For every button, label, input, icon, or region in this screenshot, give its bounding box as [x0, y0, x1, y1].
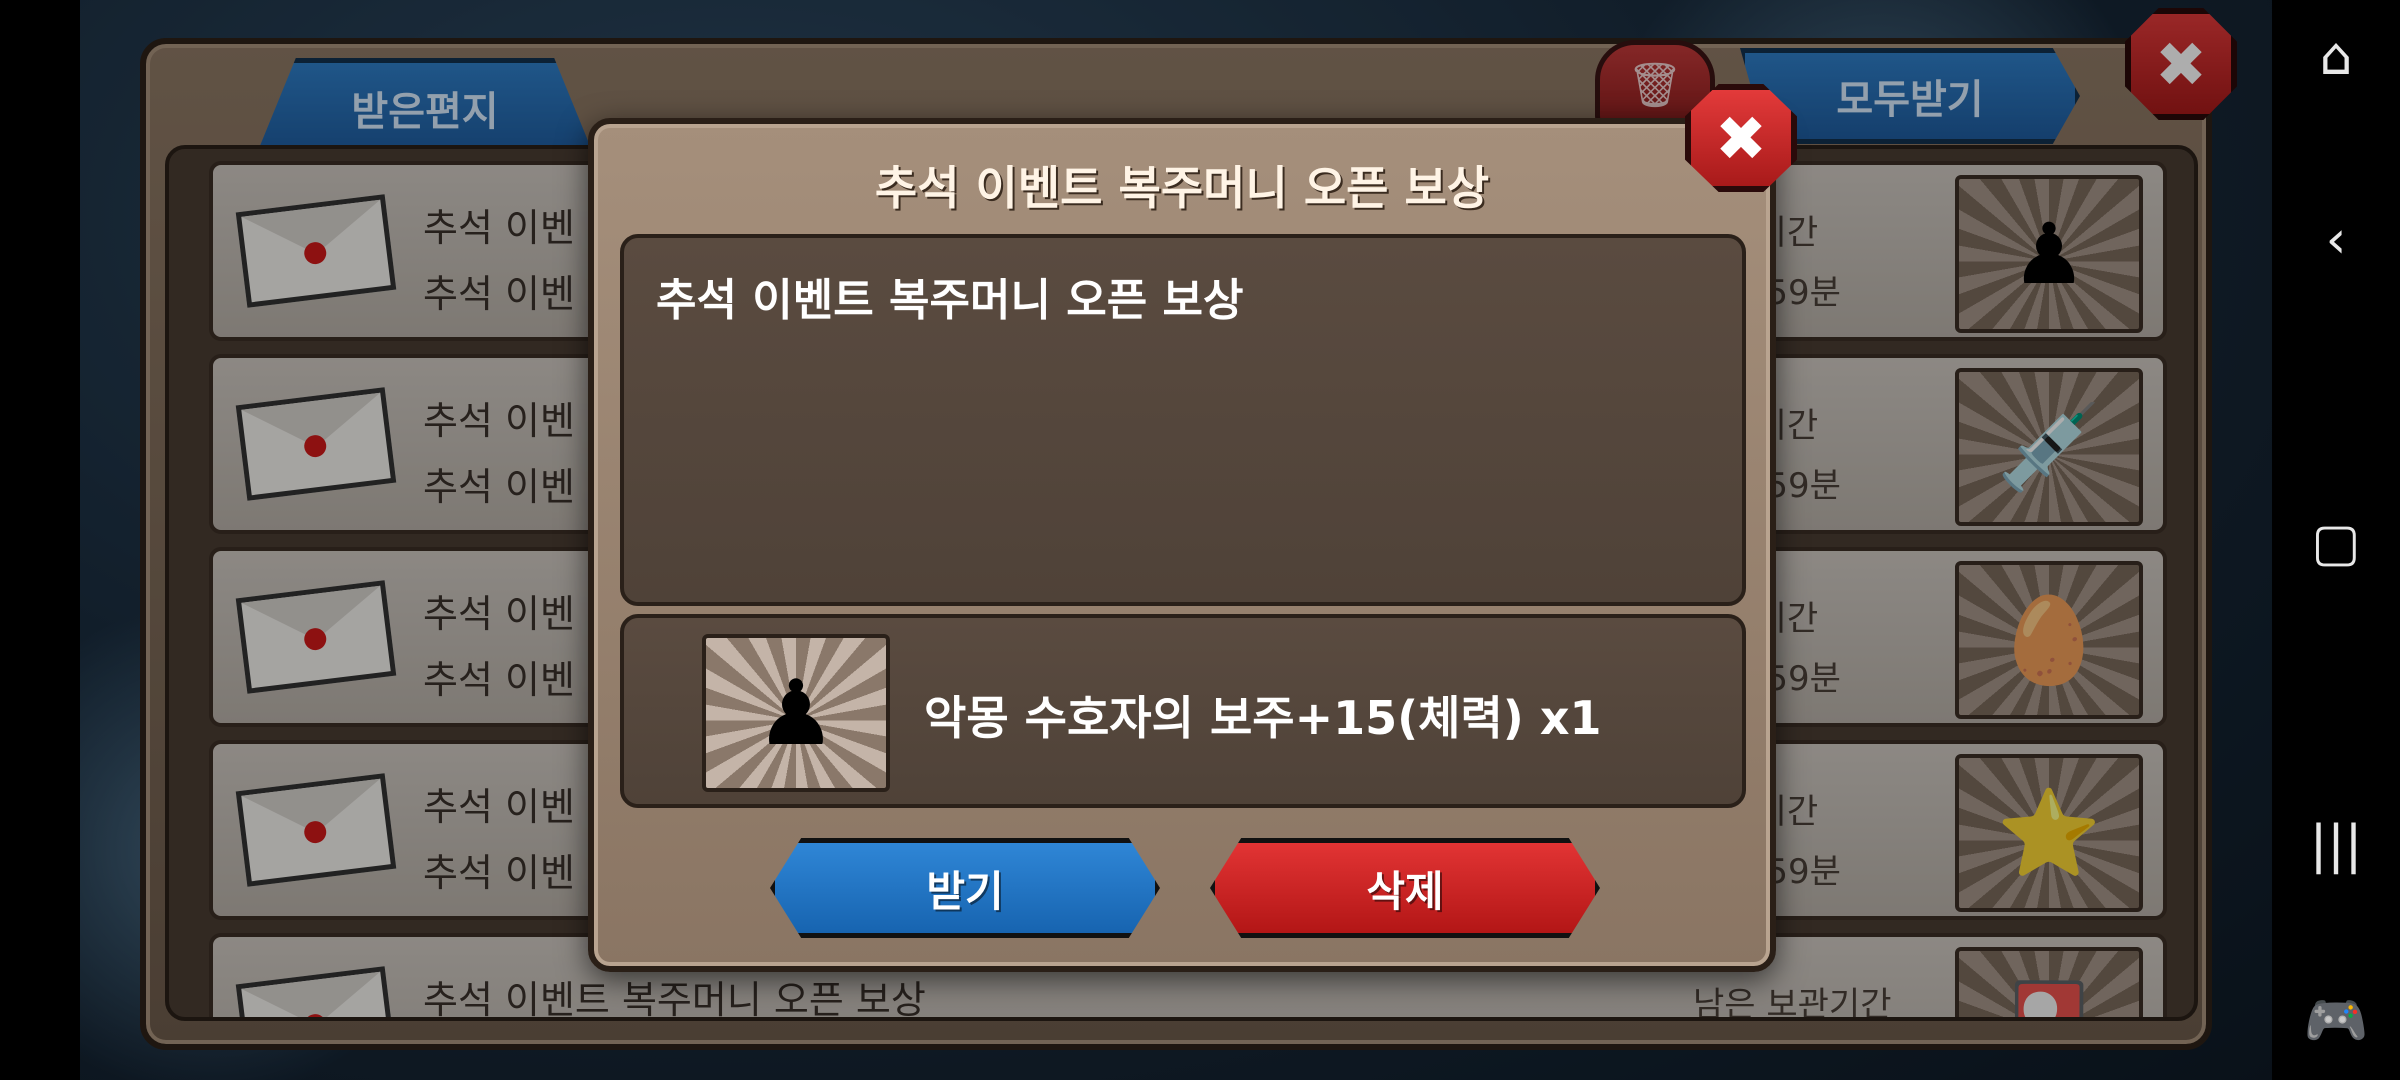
message-box: 추석 이벤트 복주머니 오픈 보상	[620, 234, 1746, 606]
home-icon[interactable]: ▢	[2272, 508, 2400, 578]
screen-touch-icon[interactable]: ⌂	[2272, 22, 2400, 92]
android-nav-bar: ⌂ ‹ ▢ ||| 🎮	[2272, 0, 2400, 1080]
mail-detail-dialog: 추석 이벤트 복주머니 오픈 보상 추석 이벤트 복주머니 오픈 보상 ♟ 악몽…	[588, 118, 1776, 972]
delete-button[interactable]: 삭제	[1210, 838, 1600, 938]
claim-button[interactable]: 받기	[770, 838, 1160, 938]
reward-text: 악몽 수호자의 보주+15(체력) x1	[924, 691, 1602, 745]
message-text: 추석 이벤트 복주머니 오픈 보상	[656, 275, 1244, 326]
back-icon[interactable]: ‹	[2272, 205, 2400, 275]
dialog-title: 추석 이벤트 복주머니 오픈 보상	[874, 161, 1490, 215]
reward-box: ♟ 악몽 수호자의 보주+15(체력) x1	[620, 614, 1746, 808]
game-tools-icon[interactable]: 🎮	[2272, 985, 2400, 1055]
orb-icon: ♟	[702, 634, 890, 792]
dialog-close-button[interactable]: ✖	[1685, 84, 1797, 192]
close-icon: ✖	[1715, 101, 1767, 175]
recents-icon[interactable]: |||	[2272, 810, 2400, 880]
